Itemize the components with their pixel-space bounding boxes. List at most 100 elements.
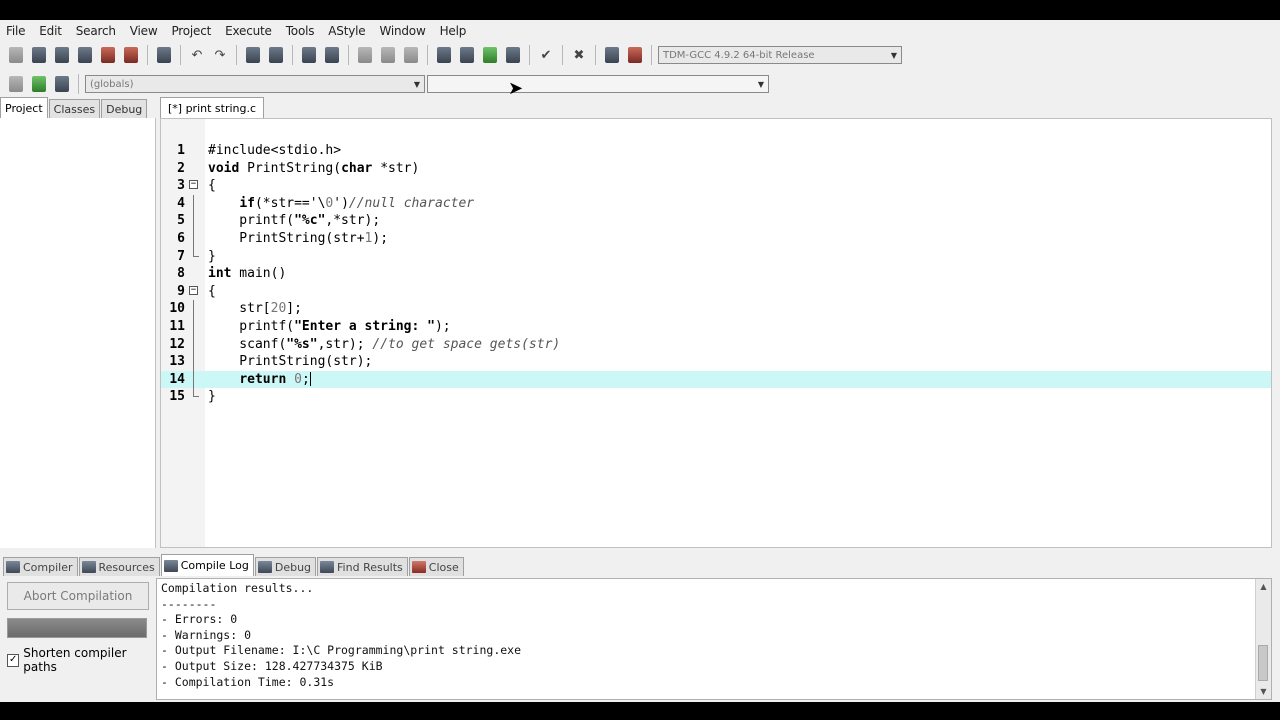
new-project-button[interactable]: [6, 74, 26, 94]
code-line[interactable]: 6 PrintString(str+1);: [161, 230, 1271, 248]
code-line[interactable]: 14 return 0;: [161, 370, 1271, 389]
fold-line: [193, 353, 194, 371]
new-project-icon: [9, 76, 23, 92]
code-line[interactable]: 8 int main(): [161, 265, 1271, 283]
run-icon: [460, 47, 474, 63]
menu-project[interactable]: Project: [171, 24, 211, 38]
redo-button[interactable]: ↷: [210, 45, 230, 65]
save-button[interactable]: [52, 45, 72, 65]
menu-search[interactable]: Search: [76, 24, 116, 38]
chevron-down-icon: ▼: [413, 79, 420, 89]
close-file-button[interactable]: [98, 45, 118, 65]
tab-project[interactable]: Project: [0, 97, 48, 118]
open-file-button[interactable]: [29, 45, 49, 65]
code-line[interactable]: 10 str[20];: [161, 300, 1271, 318]
replace-button[interactable]: [266, 45, 286, 65]
project-browser[interactable]: [0, 118, 156, 548]
menu-tools[interactable]: Tools: [286, 24, 315, 38]
undo-button[interactable]: ↶: [187, 45, 207, 65]
tab-compile-log[interactable]: Compile Log: [160, 554, 254, 576]
project-options-icon: [55, 76, 69, 92]
tab-debug-bottom[interactable]: Debug: [254, 557, 317, 576]
log-line: Compilation results...: [161, 581, 314, 595]
toolbar-separator: [180, 45, 181, 65]
fold-toggle-icon[interactable]: −: [189, 285, 198, 295]
stop-execution-button[interactable]: ✖: [569, 45, 589, 65]
menu-window[interactable]: Window: [379, 24, 425, 38]
rebuild-all-button[interactable]: [503, 45, 523, 65]
project-options-button[interactable]: [52, 74, 72, 94]
tab-close[interactable]: Close: [408, 557, 464, 576]
goto-function-button[interactable]: [322, 45, 342, 65]
checkbox-icon[interactable]: ✓: [7, 653, 20, 667]
code-text: printf("Enter a string: ");: [208, 319, 451, 334]
compile-button[interactable]: [434, 45, 454, 65]
profile-button[interactable]: [602, 45, 622, 65]
close-all-button[interactable]: [121, 45, 141, 65]
scope-select[interactable]: (globals) ▼: [85, 75, 425, 93]
compiler-select[interactable]: TDM-GCC 4.9.2 64-bit Release ▼: [658, 46, 902, 64]
scroll-down-arrow-icon[interactable]: ▼: [1256, 684, 1271, 699]
code-text: int main(): [208, 266, 287, 282]
find-button[interactable]: [243, 45, 263, 65]
code-line[interactable]: 1 #include<stdio.h>: [161, 142, 1271, 160]
shorten-paths-checkbox[interactable]: ✓ Shorten compiler paths: [7, 646, 155, 674]
unindent-button[interactable]: [378, 45, 398, 65]
menu-execute[interactable]: Execute: [225, 24, 272, 38]
bookmark-button[interactable]: [401, 45, 421, 65]
tab-classes[interactable]: Classes: [48, 99, 101, 118]
fold-line: [193, 318, 194, 336]
code-line[interactable]: 15}: [161, 388, 1271, 406]
code-line[interactable]: 11 printf("Enter a string: ");: [161, 318, 1271, 336]
function-select[interactable]: ▼: [427, 75, 769, 93]
code-line[interactable]: 7}: [161, 247, 1271, 266]
syntax-check-button[interactable]: ✔: [536, 45, 556, 65]
compile-log[interactable]: ▲ ▼ Compilation results... -------- - Erro…: [156, 578, 1272, 700]
code-line[interactable]: 5 printf("%c",*str);: [161, 212, 1271, 230]
code-editor[interactable]: 1 #include<stdio.h> 2 void PrintString(char…: [160, 118, 1272, 548]
new-file-button[interactable]: [6, 45, 26, 65]
code-line[interactable]: 9−{: [161, 283, 1271, 301]
tab-print-string-c[interactable]: [*] print string.c: [160, 97, 265, 118]
undo-icon: ↶: [191, 47, 203, 63]
find-results-icon: [320, 561, 335, 573]
menu-file[interactable]: File: [6, 24, 25, 38]
toolbar-separator: [427, 45, 428, 65]
tab-resources-label: Resources: [98, 560, 155, 574]
unindent-icon: [381, 47, 395, 63]
text-caret: [309, 372, 311, 387]
log-line: - Warnings: 0: [161, 627, 252, 642]
abort-compilation-button[interactable]: Abort Compilation: [7, 582, 149, 610]
tab-debug[interactable]: Debug: [101, 99, 148, 118]
code-line[interactable]: 4 if(*str=='\0')//null character: [161, 194, 1271, 213]
tab-compiler[interactable]: Compiler: [3, 557, 78, 576]
line-number: 14: [169, 371, 185, 387]
fold-toggle-icon[interactable]: −: [189, 180, 198, 190]
compile-run-button[interactable]: [480, 45, 500, 65]
print-button[interactable]: [154, 45, 174, 65]
scroll-up-arrow-icon[interactable]: ▲: [1256, 579, 1271, 594]
add-to-project-button[interactable]: [29, 74, 49, 94]
indent-button[interactable]: [355, 45, 375, 65]
code-line[interactable]: 12 scanf("%s",str); //to get space gets(…: [161, 335, 1271, 354]
chart-icon: [605, 47, 619, 63]
save-all-button[interactable]: [75, 45, 95, 65]
menu-help[interactable]: Help: [440, 24, 467, 38]
code-line[interactable]: 13 PrintString(str);: [161, 353, 1271, 371]
code-line[interactable]: 3−{: [161, 177, 1271, 195]
tab-resources[interactable]: Resources: [78, 557, 160, 576]
scroll-thumb[interactable]: [1258, 645, 1268, 681]
menu-edit[interactable]: Edit: [39, 24, 62, 38]
log-scrollbar[interactable]: ▲ ▼: [1255, 579, 1271, 699]
code-line[interactable]: 2 void PrintString(char *str): [161, 160, 1271, 178]
delete-profile-button[interactable]: [625, 45, 645, 65]
goto-line-button[interactable]: [299, 45, 319, 65]
menu-astyle[interactable]: AStyle: [328, 24, 365, 38]
tab-find-results[interactable]: Find Results: [317, 557, 408, 576]
indent-icon: [358, 47, 372, 63]
line-number: 1: [177, 143, 185, 158]
compiler-grid-icon: [6, 561, 20, 573]
code-text: }: [208, 389, 216, 405]
menu-view[interactable]: View: [130, 24, 158, 38]
run-button[interactable]: [457, 45, 477, 65]
